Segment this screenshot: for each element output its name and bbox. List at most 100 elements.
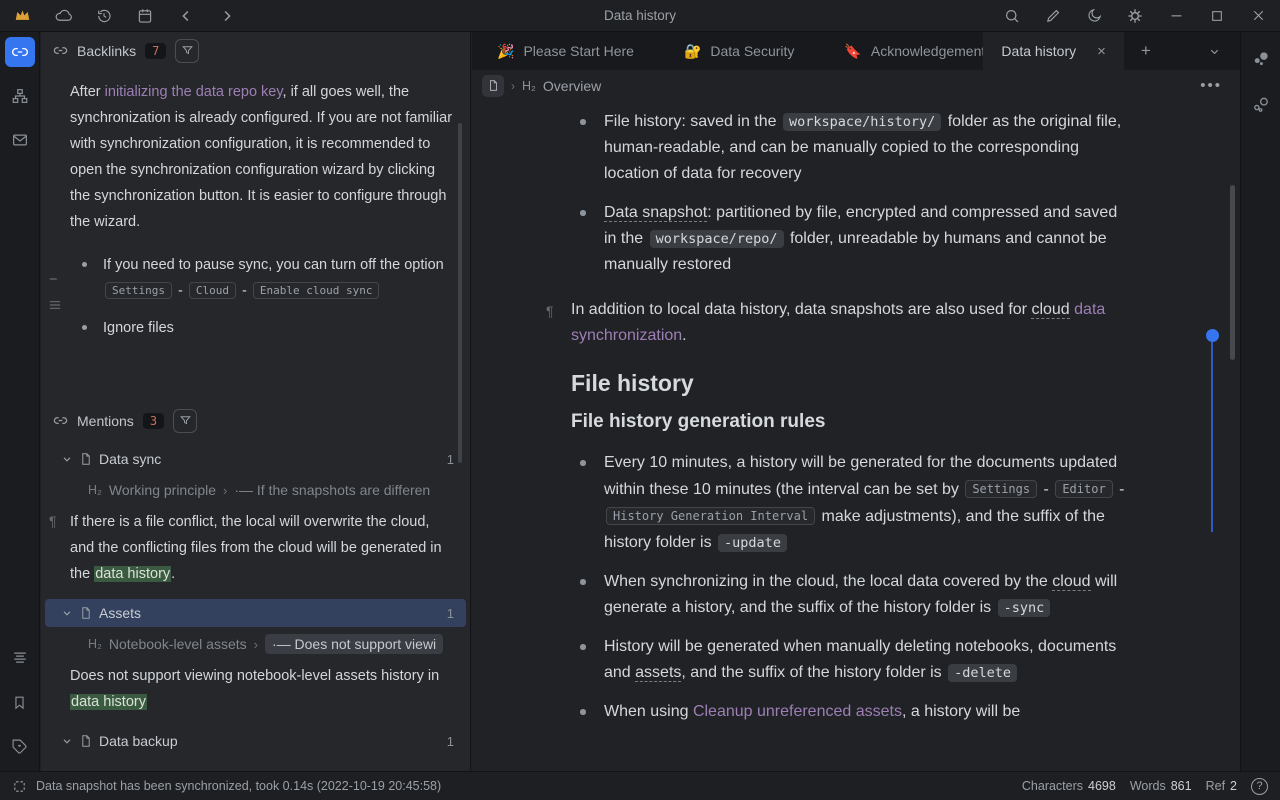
heading-level-tag: H₂ [522,79,536,93]
document-content: File history: saved in the workspace/his… [472,101,1240,725]
left-panel-scrollbar[interactable] [458,123,462,463]
backlinks-title: Backlinks [77,43,136,59]
document-icon [79,734,93,748]
backlink-paragraph[interactable]: After initializing the data repo key, if… [70,79,454,235]
chevron-down-icon[interactable] [61,453,73,465]
forward-icon[interactable] [217,6,237,26]
global-graph-icon [1251,95,1271,115]
mention-count: 1 [447,734,454,749]
list-item[interactable]: Every 10 minutes, a history will be gene… [571,450,1128,556]
chevron-down-icon[interactable] [61,607,73,619]
list-item[interactable]: When using Cleanup unreferenced assets, … [571,699,1128,725]
backlinks-panel: Backlinks 7 After initializing the data … [41,32,471,771]
tag-icon [11,738,28,755]
new-tab-button[interactable]: + [1124,32,1168,70]
outline-icon [11,649,29,667]
mention-doc-row-assets[interactable]: Assets 1 [45,599,466,627]
words-counter: Words861 [1130,779,1192,793]
back-icon[interactable] [176,6,196,26]
backlinks-link-icon [11,43,29,61]
chevron-down-icon[interactable] [61,735,73,747]
titlebar-left-icons [12,6,237,26]
close-icon[interactable] [1248,6,1268,26]
list-item[interactable]: Data snapshot: partitioned by file, encr… [571,200,1128,278]
paragraph-icon: ¶ [49,508,57,534]
more-options-icon[interactable]: ••• [1200,77,1222,94]
mentions-title: Mentions [77,413,134,429]
breadcrumb: › H₂ Overview ••• [472,70,1240,101]
history-icon[interactable] [94,6,114,26]
bullet-list: File history: saved in the workspace/his… [571,109,1128,278]
heading-generation-rules[interactable]: File history generation rules [571,409,1128,435]
dock-graph-button[interactable] [5,81,35,111]
dock-backlinks-button[interactable] [5,37,35,67]
status-bar: Data snapshot has been synchronized, too… [0,771,1280,800]
document-icon[interactable] [482,75,504,97]
dock-outline-button[interactable] [5,643,35,673]
tab-data-history[interactable]: Data history × [983,32,1123,70]
maximize-icon[interactable] [1207,6,1227,26]
mentions-header[interactable]: Mentions 3 [41,402,470,439]
dark-mode-moon-icon[interactable] [1084,6,1104,26]
backlink-list-item[interactable]: If you need to pause sync, you can turn … [70,252,454,304]
editor-area: 🎉 Please Start Here 🔐 Data Security 🔖 Ac… [472,32,1240,771]
list-item[interactable]: When synchronizing in the cloud, the loc… [571,569,1128,621]
backlink-list: If you need to pause sync, you can turn … [70,252,454,341]
tab-list-chevron-icon[interactable] [1188,32,1240,70]
search-icon[interactable] [1002,6,1022,26]
filter-funnel-icon [181,44,194,57]
mention-subitem[interactable]: H₂ Notebook-level assets › ·— Does not s… [41,631,460,657]
right-dock [1240,32,1280,771]
edit-pencil-icon[interactable] [1043,6,1063,26]
calendar-icon[interactable] [135,6,155,26]
dock-bookmark-button[interactable] [5,687,35,717]
tab-acknowledgements[interactable]: 🔖 Acknowledgements [819,32,983,70]
dock-inbox-button[interactable] [5,125,35,155]
block-gutter[interactable] [47,271,63,313]
status-message: Data snapshot has been synchronized, too… [36,779,441,793]
bullet-list: Every 10 minutes, a history will be gene… [571,450,1128,725]
backlinks-filter-button[interactable] [175,39,199,63]
dock-tag-button[interactable] [5,731,35,761]
backlink-list-item[interactable]: Ignore files [70,315,454,341]
titlebar: Data history [0,0,1280,32]
tab-data-security[interactable]: 🔐 Data Security [659,32,819,70]
heading-file-history[interactable]: File history [571,370,1128,396]
tab-close-icon[interactable]: × [1097,43,1106,60]
ref-counter: Ref2 [1206,779,1237,793]
logo-crown-icon[interactable] [12,6,32,26]
dock-global-graph-button[interactable] [1246,90,1276,120]
scroll-position-dot[interactable] [1206,329,1219,342]
screenshot-frame-icon [12,779,27,794]
list-item[interactable]: History will be generated when manually … [571,634,1128,686]
help-icon[interactable]: ? [1251,778,1268,795]
mention-doc-row-data-backup[interactable]: Data backup 1 [45,727,466,755]
minimize-icon[interactable] [1166,6,1186,26]
mention-paragraph[interactable]: ¶ If there is a file conflict, the local… [41,509,454,587]
editor-scrollbar[interactable] [1230,185,1235,360]
bookmark-icon [11,694,28,711]
document-icon [79,606,93,620]
settings-gear-icon[interactable] [1125,6,1145,26]
list-block-icon [47,297,63,313]
mentions-content: Data sync 1 H₂ Working principle › ·— If… [41,439,470,755]
paragraph[interactable]: ¶ In addition to local data history, dat… [571,297,1128,349]
mentions-filter-button[interactable] [173,409,197,433]
list-item[interactable]: File history: saved in the workspace/his… [571,109,1128,187]
document-icon [79,452,93,466]
tab-bar: 🎉 Please Start Here 🔐 Data Security 🔖 Ac… [472,32,1240,70]
mention-paragraph[interactable]: Does not support viewing notebook-level … [41,663,454,715]
cloud-sync-icon[interactable] [53,6,73,26]
mention-doc-row-data-sync[interactable]: Data sync 1 [45,445,466,473]
tab-please-start-here[interactable]: 🎉 Please Start Here [472,32,659,70]
drag-handle-icon [47,271,63,287]
mentions-link-icon [53,413,68,428]
graph-view-icon [1251,49,1271,69]
backlinks-header[interactable]: Backlinks 7 [41,32,470,69]
dock-graph-view-button[interactable] [1246,44,1276,74]
mention-subitem[interactable]: H₂ Working principle › ·— If the snapsho… [41,477,460,503]
backlinks-count-badge: 7 [145,43,166,59]
breadcrumb-heading[interactable]: Overview [543,78,601,94]
tab-emoji: 🎉 [497,43,514,60]
backlinks-content: After initializing the data repo key, if… [41,69,470,402]
